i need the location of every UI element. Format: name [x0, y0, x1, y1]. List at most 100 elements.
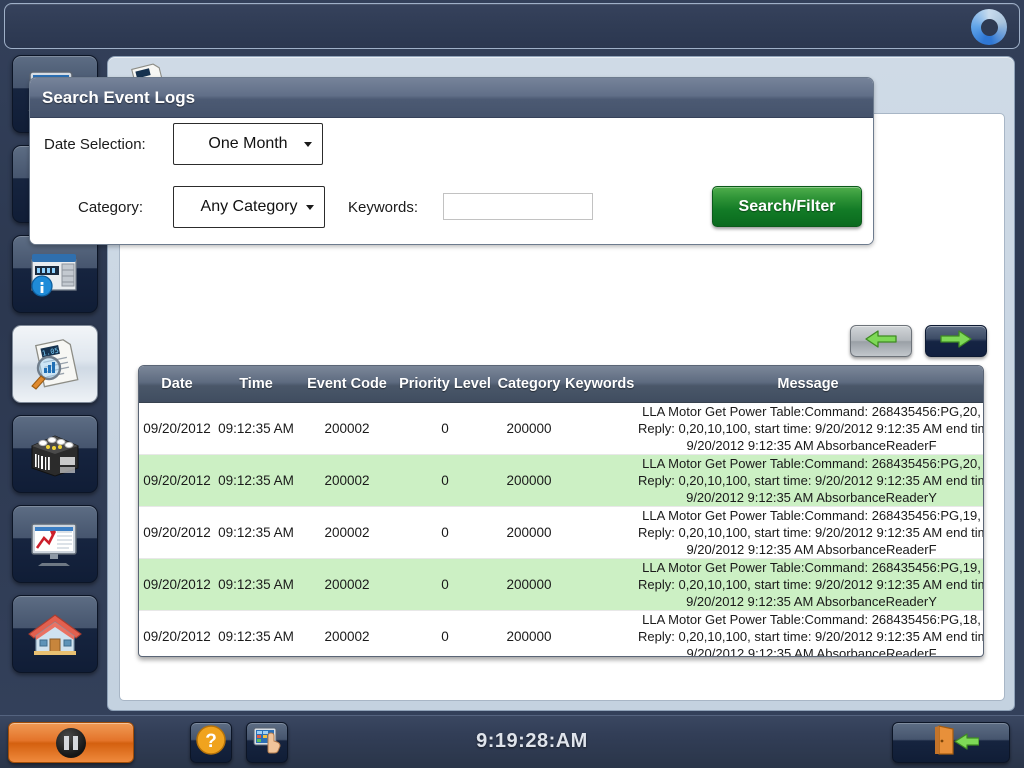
message-line: LLA Motor Get Power Table:Command: 26843…	[642, 559, 981, 575]
chevron-down-icon	[304, 142, 312, 147]
arrow-left-icon	[864, 329, 898, 354]
sidebar-item-home[interactable]	[12, 595, 98, 673]
cell-keywords	[565, 610, 631, 656]
cell-priority-level: 0	[397, 454, 493, 507]
column-header-date[interactable]: Date	[139, 366, 215, 403]
page-title: Search Event Logs	[42, 87, 196, 107]
cell-date: 09/20/2012	[139, 558, 215, 611]
category-value: Any Category	[200, 198, 298, 215]
instrument-info-icon	[24, 246, 86, 302]
labware-rack-icon	[24, 426, 86, 482]
table-row[interactable]: 09/20/2012 09:12:35 AM 200002 0 200000 L…	[139, 454, 984, 507]
cell-event-code: 200002	[297, 558, 397, 611]
message-line: 9/20/2012 9:12:35 AM AbsorbanceReaderF	[686, 541, 937, 557]
date-selection-value: One Month	[208, 135, 288, 152]
previous-page-button[interactable]	[850, 325, 912, 357]
cell-time: 09:12:35 AM	[215, 454, 297, 507]
cell-time: 09:12:35 AM	[215, 506, 297, 559]
monitor-chart-icon	[24, 516, 86, 572]
cell-event-code: 200002	[297, 402, 397, 455]
cell-priority-level: 0	[397, 558, 493, 611]
cell-message: LLA Motor Get Power Table:Command: 26843…	[631, 506, 984, 559]
cell-category: 200000	[493, 610, 565, 656]
message-line: Reply: 0,20,10,100, start time: 9/20/201…	[638, 524, 984, 540]
taskbar: ? 9:19:28:AM	[0, 715, 1024, 768]
cell-message: LLA Motor Get Power Table:Command: 26843…	[631, 402, 984, 455]
message-line: Reply: 0,20,10,100, start time: 9/20/201…	[638, 472, 984, 488]
sidebar-item-labware[interactable]	[12, 415, 98, 493]
table-row[interactable]: 09/20/2012 09:12:35 AM 200002 0 200000 L…	[139, 558, 984, 611]
date-selection-label: Date Selection:	[44, 136, 146, 153]
sidebar-item-instrument-info[interactable]	[12, 235, 98, 313]
exit-button[interactable]	[892, 722, 1010, 763]
message-line: Reply: 0,20,10,100, start time: 9/20/201…	[638, 576, 984, 592]
search-filter-button[interactable]: Search/Filter	[712, 186, 862, 227]
ring-logo-icon	[971, 9, 1007, 45]
cell-date: 09/20/2012	[139, 506, 215, 559]
category-dropdown[interactable]: Any Category	[173, 186, 325, 228]
cell-priority-level: 0	[397, 402, 493, 455]
cell-time: 09:12:35 AM	[215, 402, 297, 455]
cell-event-code: 200002	[297, 610, 397, 656]
column-header-time[interactable]: Time	[215, 366, 297, 403]
next-page-button[interactable]	[925, 325, 987, 357]
application-window: 1.05 Search Event Logs Date Selection: O…	[0, 0, 1024, 768]
message-line: 9/20/2012 9:12:35 AM AbsorbanceReaderF	[686, 645, 937, 657]
message-line: 9/20/2012 9:12:35 AM AbsorbanceReaderF	[686, 437, 937, 453]
table-row[interactable]: 09/20/2012 09:12:35 AM 200002 0 200000 L…	[139, 402, 984, 455]
message-line: Reply: 0,20,10,100, start time: 9/20/201…	[638, 628, 984, 644]
message-line: 9/20/2012 9:12:35 AM AbsorbanceReaderY	[686, 489, 937, 505]
column-header-event-code[interactable]: Event Code	[297, 366, 397, 403]
message-line: LLA Motor Get Power Table:Command: 26843…	[642, 455, 981, 471]
column-header-priority-level[interactable]: Priority Level	[397, 366, 493, 403]
title-bar	[4, 3, 1020, 49]
event-log-table[interactable]: Date Time Event Code Priority Level Cate…	[138, 365, 984, 657]
sidebar-item-results[interactable]	[12, 505, 98, 583]
exit-door-icon	[923, 724, 980, 761]
cell-date: 09/20/2012	[139, 610, 215, 656]
cell-event-code: 200002	[297, 506, 397, 559]
chevron-down-icon	[306, 205, 314, 210]
date-selection-dropdown[interactable]: One Month	[173, 123, 323, 165]
clock: 9:19:28:AM	[476, 730, 588, 752]
message-line: LLA Motor Get Power Table:Command: 26843…	[642, 403, 981, 419]
cell-message: LLA Motor Get Power Table:Command: 26843…	[631, 610, 984, 657]
table-header-row: Date Time Event Code Priority Level Cate…	[139, 366, 983, 403]
cell-category: 200000	[493, 558, 565, 611]
sidebar-item-event-logs[interactable]: 1.05	[12, 325, 98, 403]
cell-time: 09:12:35 AM	[215, 610, 297, 656]
cell-keywords	[565, 402, 631, 455]
column-header-message[interactable]: Message	[631, 366, 983, 403]
cell-message: LLA Motor Get Power Table:Command: 26843…	[631, 558, 984, 611]
search-event-logs-panel: Search Event Logs Date Selection: One Mo…	[29, 77, 874, 245]
cell-date: 09/20/2012	[139, 402, 215, 455]
search-filter-label: Search/Filter	[738, 197, 836, 215]
panel-header: Search Event Logs	[30, 78, 873, 118]
log-magnifier-icon: 1.05	[24, 336, 86, 392]
cell-keywords	[565, 558, 631, 611]
table-body: 09/20/2012 09:12:35 AM 200002 0 200000 L…	[139, 402, 984, 657]
table-row[interactable]: 09/20/2012 09:12:35 AM 200002 0 200000 L…	[139, 610, 984, 657]
cell-priority-level: 0	[397, 506, 493, 559]
cell-category: 200000	[493, 454, 565, 507]
category-label: Category:	[78, 199, 144, 216]
keywords-input[interactable]	[443, 193, 593, 220]
house-icon	[24, 606, 86, 662]
cell-category: 200000	[493, 402, 565, 455]
arrow-right-icon	[939, 329, 973, 354]
message-line: LLA Motor Get Power Table:Command: 26843…	[642, 611, 981, 627]
cell-event-code: 200002	[297, 454, 397, 507]
table-row[interactable]: 09/20/2012 09:12:35 AM 200002 0 200000 L…	[139, 506, 984, 559]
keywords-label: Keywords:	[348, 199, 419, 216]
message-line: 9/20/2012 9:12:35 AM AbsorbanceReaderY	[686, 593, 937, 609]
cell-date: 09/20/2012	[139, 454, 215, 507]
column-header-keywords[interactable]: Keywords	[565, 366, 634, 403]
cell-message: LLA Motor Get Power Table:Command: 26843…	[631, 454, 984, 507]
panel-body: Date Selection: One Month Category: Any …	[30, 118, 873, 244]
cell-time: 09:12:35 AM	[215, 558, 297, 611]
cell-keywords	[565, 454, 631, 507]
column-header-category[interactable]: Category	[493, 366, 565, 403]
cell-keywords	[565, 506, 631, 559]
message-line: Reply: 0,20,10,100, start time: 9/20/201…	[638, 420, 984, 436]
message-line: LLA Motor Get Power Table:Command: 26843…	[642, 507, 981, 523]
